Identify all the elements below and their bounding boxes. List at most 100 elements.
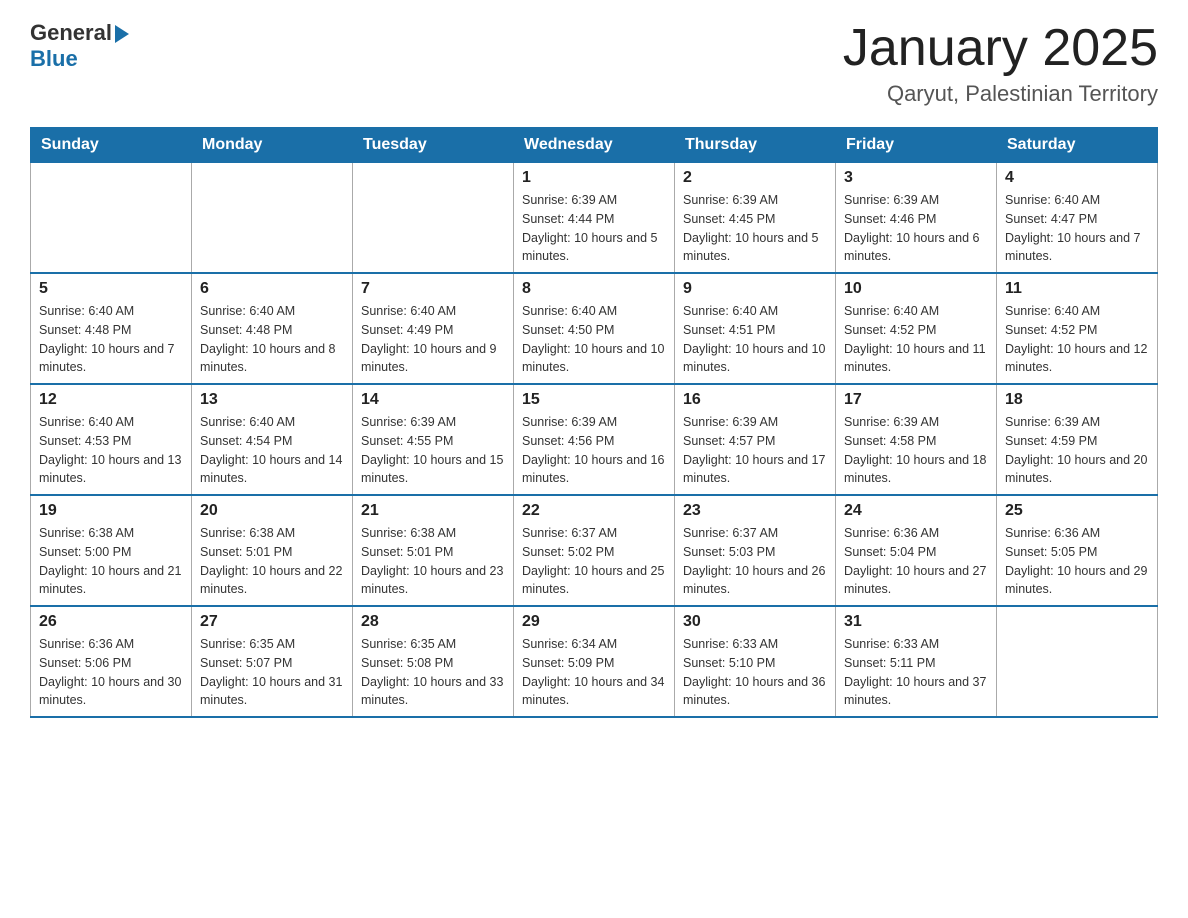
calendar-body: 1 Sunrise: 6:39 AMSunset: 4:44 PMDaylight… — [31, 163, 1158, 718]
calendar-cell: 26 Sunrise: 6:36 AMSunset: 5:06 PMDayligh… — [31, 606, 192, 717]
logo: General Blue — [30, 20, 129, 72]
calendar-cell: 8 Sunrise: 6:40 AMSunset: 4:50 PMDaylight… — [514, 273, 675, 384]
calendar-cell: 6 Sunrise: 6:40 AMSunset: 4:48 PMDaylight… — [192, 273, 353, 384]
day-of-week-sunday: Sunday — [31, 128, 192, 163]
day-of-week-monday: Monday — [192, 128, 353, 163]
calendar-week-3: 12 Sunrise: 6:40 AMSunset: 4:53 PMDayligh… — [31, 384, 1158, 495]
day-info: Sunrise: 6:38 AMSunset: 5:00 PMDaylight:… — [39, 524, 183, 599]
day-number: 18 — [1005, 391, 1149, 409]
day-number: 26 — [39, 613, 183, 631]
calendar-cell: 28Sunrise: 6:35 AMSunset: 5:08 PMDayligh… — [353, 606, 514, 717]
day-of-week-saturday: Saturday — [997, 128, 1158, 163]
day-info: Sunrise: 6:33 AMSunset: 5:10 PMDaylight:… — [683, 635, 827, 710]
day-info: Sunrise: 6:33 AMSunset: 5:11 PMDaylight:… — [844, 635, 988, 710]
calendar-cell — [192, 163, 353, 274]
calendar-cell: 15 Sunrise: 6:39 AMSunset: 4:56 PMDayligh… — [514, 384, 675, 495]
day-info: Sunrise: 6:39 AMSunset: 4:57 PMDaylight:… — [683, 413, 827, 488]
calendar-week-5: 26 Sunrise: 6:36 AMSunset: 5:06 PMDayligh… — [31, 606, 1158, 717]
day-number: 5 — [39, 280, 183, 298]
calendar-subtitle: Qaryut, Palestinian Territory — [843, 81, 1158, 107]
day-number: 8 — [522, 280, 666, 298]
calendar-title: January 2025 — [843, 20, 1158, 77]
calendar-cell: 4 Sunrise: 6:40 AMSunset: 4:47 PMDaylight… — [997, 163, 1158, 274]
day-of-week-friday: Friday — [836, 128, 997, 163]
calendar-cell: 14 Sunrise: 6:39 AMSunset: 4:55 PMDayligh… — [353, 384, 514, 495]
calendar-cell: 27Sunrise: 6:35 AMSunset: 5:07 PMDayligh… — [192, 606, 353, 717]
calendar-cell: 7Sunrise: 6:40 AMSunset: 4:49 PMDaylight… — [353, 273, 514, 384]
calendar-cell: 22 Sunrise: 6:37 AMSunset: 5:02 PMDayligh… — [514, 495, 675, 606]
calendar-cell: 16 Sunrise: 6:39 AMSunset: 4:57 PMDayligh… — [675, 384, 836, 495]
day-number: 1 — [522, 169, 666, 187]
logo-triangle-icon — [115, 25, 129, 43]
day-number: 21 — [361, 502, 505, 520]
calendar-cell: 5Sunrise: 6:40 AMSunset: 4:48 PMDaylight… — [31, 273, 192, 384]
day-number: 17 — [844, 391, 988, 409]
day-number: 20 — [200, 502, 344, 520]
days-of-week-row: SundayMondayTuesdayWednesdayThursdayFrid… — [31, 128, 1158, 163]
day-number: 12 — [39, 391, 183, 409]
calendar-cell: 17Sunrise: 6:39 AMSunset: 4:58 PMDayligh… — [836, 384, 997, 495]
day-info: Sunrise: 6:38 AMSunset: 5:01 PMDaylight:… — [200, 524, 344, 599]
day-info: Sunrise: 6:39 AMSunset: 4:59 PMDaylight:… — [1005, 413, 1149, 488]
calendar-cell: 21 Sunrise: 6:38 AMSunset: 5:01 PMDayligh… — [353, 495, 514, 606]
calendar-cell: 1 Sunrise: 6:39 AMSunset: 4:44 PMDaylight… — [514, 163, 675, 274]
calendar-cell: 29Sunrise: 6:34 AMSunset: 5:09 PMDayligh… — [514, 606, 675, 717]
title-block: January 2025 Qaryut, Palestinian Territo… — [843, 20, 1158, 107]
day-info: Sunrise: 6:40 AMSunset: 4:51 PMDaylight:… — [683, 302, 827, 377]
day-number: 31 — [844, 613, 988, 631]
calendar-cell: 9Sunrise: 6:40 AMSunset: 4:51 PMDaylight… — [675, 273, 836, 384]
calendar-cell: 30Sunrise: 6:33 AMSunset: 5:10 PMDayligh… — [675, 606, 836, 717]
day-number: 6 — [200, 280, 344, 298]
calendar-header: SundayMondayTuesdayWednesdayThursdayFrid… — [31, 128, 1158, 163]
day-info: Sunrise: 6:40 AMSunset: 4:53 PMDaylight:… — [39, 413, 183, 488]
day-number: 28 — [361, 613, 505, 631]
day-info: Sunrise: 6:40 AMSunset: 4:52 PMDaylight:… — [844, 302, 988, 377]
calendar-cell: 18 Sunrise: 6:39 AMSunset: 4:59 PMDayligh… — [997, 384, 1158, 495]
day-info: Sunrise: 6:40 AMSunset: 4:47 PMDaylight:… — [1005, 191, 1149, 266]
calendar-week-2: 5 Sunrise: 6:40 AMSunset: 4:48 PMDaylight… — [31, 273, 1158, 384]
day-number: 14 — [361, 391, 505, 409]
calendar-table: SundayMondayTuesdayWednesdayThursdayFrid… — [30, 127, 1158, 718]
calendar-cell: 2 Sunrise: 6:39 AMSunset: 4:45 PMDaylight… — [675, 163, 836, 274]
day-number: 10 — [844, 280, 988, 298]
day-number: 11 — [1005, 280, 1149, 298]
day-info: Sunrise: 6:34 AMSunset: 5:09 PMDaylight:… — [522, 635, 666, 710]
day-info: Sunrise: 6:39 AMSunset: 4:56 PMDaylight:… — [522, 413, 666, 488]
day-info: Sunrise: 6:36 AMSunset: 5:04 PMDaylight:… — [844, 524, 988, 599]
day-number: 19 — [39, 502, 183, 520]
day-number: 4 — [1005, 169, 1149, 187]
day-number: 2 — [683, 169, 827, 187]
calendar-cell — [353, 163, 514, 274]
day-info: Sunrise: 6:39 AMSunset: 4:45 PMDaylight:… — [683, 191, 827, 266]
day-info: Sunrise: 6:39 AMSunset: 4:46 PMDaylight:… — [844, 191, 988, 266]
day-info: Sunrise: 6:37 AMSunset: 5:02 PMDaylight:… — [522, 524, 666, 599]
day-info: Sunrise: 6:40 AMSunset: 4:50 PMDaylight:… — [522, 302, 666, 377]
day-info: Sunrise: 6:39 AMSunset: 4:44 PMDaylight:… — [522, 191, 666, 266]
day-of-week-tuesday: Tuesday — [353, 128, 514, 163]
day-number: 22 — [522, 502, 666, 520]
calendar-cell: 13 Sunrise: 6:40 AMSunset: 4:54 PMDayligh… — [192, 384, 353, 495]
calendar-cell: 20 Sunrise: 6:38 AMSunset: 5:01 PMDayligh… — [192, 495, 353, 606]
day-info: Sunrise: 6:40 AMSunset: 4:49 PMDaylight:… — [361, 302, 505, 377]
day-info: Sunrise: 6:38 AMSunset: 5:01 PMDaylight:… — [361, 524, 505, 599]
calendar-cell: 25Sunrise: 6:36 AMSunset: 5:05 PMDayligh… — [997, 495, 1158, 606]
calendar-cell: 11 Sunrise: 6:40 AMSunset: 4:52 PMDayligh… — [997, 273, 1158, 384]
day-info: Sunrise: 6:35 AMSunset: 5:07 PMDaylight:… — [200, 635, 344, 710]
day-info: Sunrise: 6:40 AMSunset: 4:52 PMDaylight:… — [1005, 302, 1149, 377]
day-number: 3 — [844, 169, 988, 187]
day-number: 15 — [522, 391, 666, 409]
day-info: Sunrise: 6:37 AMSunset: 5:03 PMDaylight:… — [683, 524, 827, 599]
calendar-cell: 3 Sunrise: 6:39 AMSunset: 4:46 PMDaylight… — [836, 163, 997, 274]
day-number: 16 — [683, 391, 827, 409]
day-info: Sunrise: 6:39 AMSunset: 4:55 PMDaylight:… — [361, 413, 505, 488]
day-info: Sunrise: 6:36 AMSunset: 5:06 PMDaylight:… — [39, 635, 183, 710]
day-of-week-thursday: Thursday — [675, 128, 836, 163]
calendar-week-4: 19 Sunrise: 6:38 AMSunset: 5:00 PMDayligh… — [31, 495, 1158, 606]
day-info: Sunrise: 6:40 AMSunset: 4:54 PMDaylight:… — [200, 413, 344, 488]
calendar-cell — [997, 606, 1158, 717]
day-info: Sunrise: 6:40 AMSunset: 4:48 PMDaylight:… — [200, 302, 344, 377]
day-number: 13 — [200, 391, 344, 409]
calendar-cell: 12 Sunrise: 6:40 AMSunset: 4:53 PMDayligh… — [31, 384, 192, 495]
day-of-week-wednesday: Wednesday — [514, 128, 675, 163]
day-info: Sunrise: 6:36 AMSunset: 5:05 PMDaylight:… — [1005, 524, 1149, 599]
